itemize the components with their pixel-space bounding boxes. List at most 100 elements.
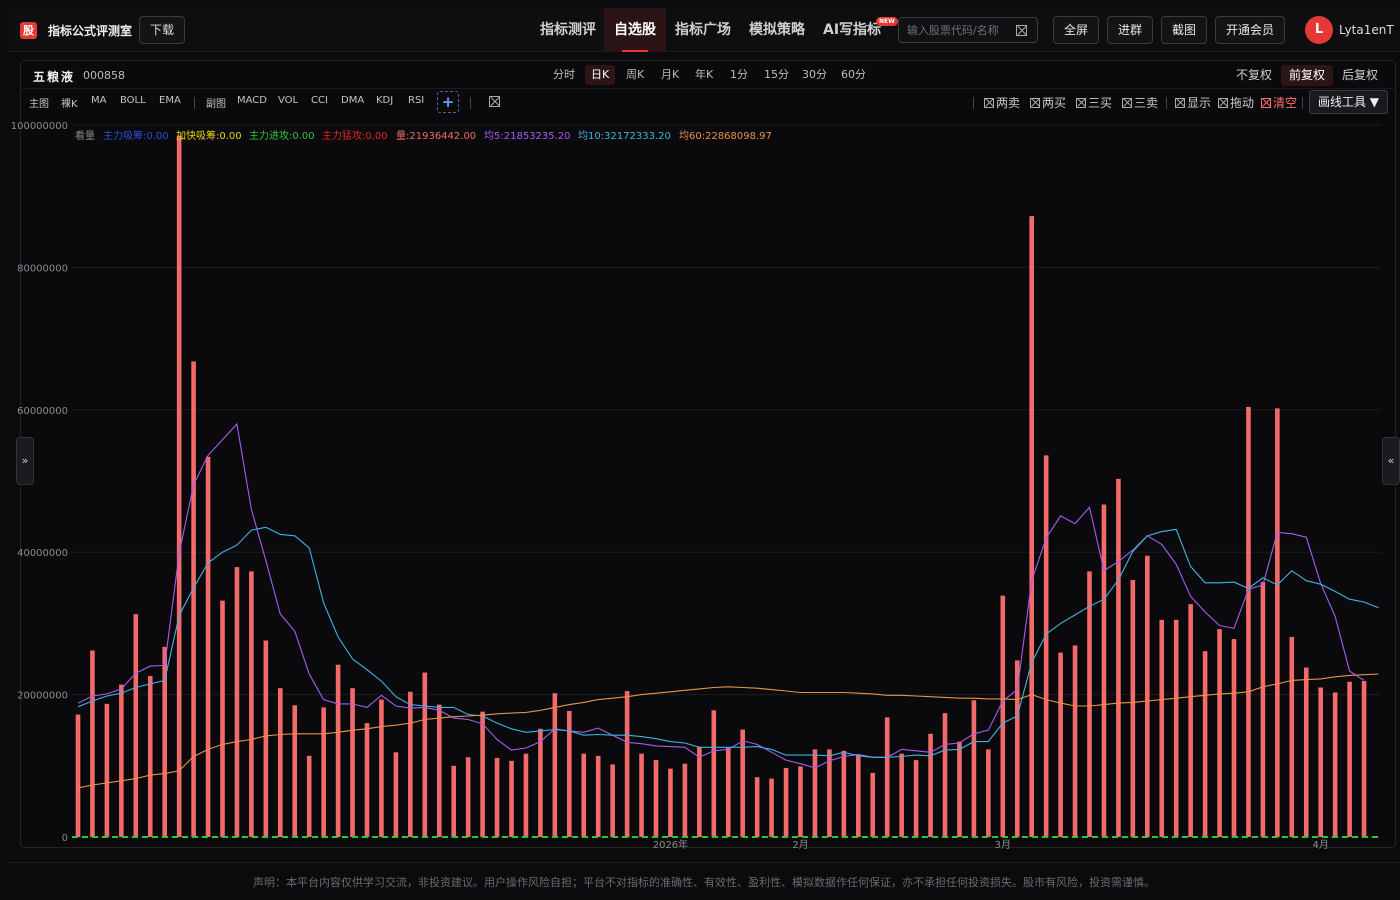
checkbox-icon[interactable] xyxy=(1122,98,1132,108)
volume-bar xyxy=(350,688,355,837)
volume-bar xyxy=(292,705,298,837)
vip-button[interactable]: 开通会员 xyxy=(1215,16,1285,44)
screenshot-button[interactable]: 截图 xyxy=(1161,16,1207,44)
legend-entry: 主力进攻:0.00 xyxy=(249,129,315,142)
fullscreen-button[interactable]: 全屏 xyxy=(1053,16,1099,44)
toolbar-separator xyxy=(1166,97,1167,109)
volume-chart[interactable]: 0 20000000 40000000 60000000 80000000 1000000… xyxy=(0,110,1400,850)
nav-ai-indicator[interactable]: AI写指标 xyxy=(823,8,881,52)
signal-two-sell[interactable]: 两卖 xyxy=(984,94,1020,111)
stock-search[interactable] xyxy=(898,17,1038,43)
legend-entry: 均10:32172333.20 xyxy=(578,130,671,142)
stock-code: 000858 xyxy=(83,69,125,82)
clear-icon[interactable] xyxy=(1261,98,1271,108)
tool-dma[interactable]: DMA xyxy=(341,95,364,106)
period-weekly[interactable]: 周K xyxy=(620,65,650,85)
volume-bar xyxy=(957,741,962,837)
close-indicator-icon[interactable] xyxy=(489,96,500,107)
volume-bar xyxy=(480,711,485,837)
y-tick-label: 40000000 xyxy=(17,548,68,559)
volume-bar xyxy=(1029,216,1034,838)
adjust-backward[interactable]: 后复权 xyxy=(1334,65,1386,86)
signal-two-buy[interactable]: 两买 xyxy=(1030,94,1066,111)
app-title[interactable]: 指标公式评测室 xyxy=(48,22,132,39)
volume-bar xyxy=(899,753,904,837)
nav-simulated-strategy[interactable]: 模拟策略 xyxy=(749,8,805,52)
period-30min[interactable]: 30分 xyxy=(796,65,833,85)
period-monthly[interactable]: 月K xyxy=(655,65,685,85)
volume-bar xyxy=(509,760,514,837)
volume-bar xyxy=(1231,639,1237,837)
nav-indicator-plaza[interactable]: 指标广场 xyxy=(675,8,731,52)
volume-bar xyxy=(697,746,702,837)
signal-three-sell[interactable]: 三卖 xyxy=(1122,94,1158,111)
volume-bar xyxy=(1188,604,1193,837)
y-tick-label: 20000000 xyxy=(17,691,68,702)
period-1min[interactable]: 1分 xyxy=(724,65,754,85)
join-group-button[interactable]: 进群 xyxy=(1107,16,1153,44)
tool-kdj[interactable]: KDJ xyxy=(376,95,393,106)
volume-bar xyxy=(465,757,471,837)
tool-ma[interactable]: MA xyxy=(91,95,106,106)
volume-bar xyxy=(393,752,399,837)
checkbox-icon[interactable] xyxy=(1175,98,1185,108)
tool-vol[interactable]: VOL xyxy=(278,95,298,106)
clear-search-icon[interactable] xyxy=(1016,25,1027,36)
period-60min[interactable]: 60分 xyxy=(835,65,872,85)
volume-bar xyxy=(379,699,384,837)
checkbox-icon[interactable] xyxy=(1076,98,1086,108)
volume-bar xyxy=(870,772,876,837)
nav-indicator-review[interactable]: 指标测评 xyxy=(540,8,596,52)
volume-bar xyxy=(104,703,110,837)
checkbox-icon[interactable] xyxy=(984,98,994,108)
adjust-forward[interactable]: 前复权 xyxy=(1281,65,1334,86)
period-daily[interactable]: 日K xyxy=(585,65,616,85)
volume-bar xyxy=(740,729,745,837)
volume-bar xyxy=(942,713,948,837)
tool-boll[interactable]: BOLL xyxy=(120,95,146,106)
tool-naked-k[interactable]: 裸K xyxy=(61,95,78,110)
avatar[interactable]: L xyxy=(1305,16,1333,44)
signal-three-buy[interactable]: 三买 xyxy=(1076,94,1112,111)
toolbar-separator xyxy=(973,97,974,109)
username[interactable]: Lyta1enT xyxy=(1339,23,1394,37)
volume-bar xyxy=(1318,687,1323,837)
new-badge: NEW xyxy=(876,17,898,26)
toggle-show[interactable]: 显示 xyxy=(1175,94,1211,111)
volume-bar xyxy=(769,778,774,837)
volume-bar xyxy=(133,614,139,837)
clear-drawings[interactable]: 清空 xyxy=(1261,94,1297,111)
download-button[interactable]: 下载 xyxy=(139,16,185,44)
nav-watchlist[interactable]: 自选股 xyxy=(604,8,666,52)
tool-ema[interactable]: EMA xyxy=(159,95,181,106)
volume-bar xyxy=(523,753,529,837)
adjust-none[interactable]: 不复权 xyxy=(1228,65,1280,86)
volume-bar xyxy=(538,728,543,837)
app-logo[interactable]: 股 xyxy=(20,22,37,39)
tool-main-chart[interactable]: 主图 xyxy=(29,95,49,110)
checkbox-icon[interactable] xyxy=(1030,98,1040,108)
stock-search-input[interactable] xyxy=(907,22,1017,38)
tool-rsi[interactable]: RSI xyxy=(408,95,424,106)
volume-bar xyxy=(205,456,211,837)
volume-bar xyxy=(1246,406,1251,837)
volume-bar xyxy=(1087,571,1092,837)
volume-bar xyxy=(552,693,558,837)
volume-bar xyxy=(798,766,803,837)
volume-bar xyxy=(653,760,659,837)
period-yearly[interactable]: 年K xyxy=(689,65,719,85)
period-15min[interactable]: 15分 xyxy=(758,65,795,85)
tool-sub-chart[interactable]: 副图 xyxy=(206,95,226,110)
volume-bar xyxy=(1145,555,1150,837)
checkbox-icon[interactable] xyxy=(1218,98,1228,108)
toggle-drag[interactable]: 拖动 xyxy=(1218,94,1254,111)
tool-cci[interactable]: CCI xyxy=(311,95,328,106)
period-intraday[interactable]: 分时 xyxy=(547,65,581,85)
volume-bar xyxy=(147,676,153,837)
volume-bar xyxy=(321,707,326,837)
volume-bar xyxy=(278,688,283,837)
tool-macd[interactable]: MACD xyxy=(237,95,267,106)
volume-bar xyxy=(1159,619,1165,837)
volume-bar xyxy=(408,691,413,837)
volume-bar xyxy=(234,567,240,837)
